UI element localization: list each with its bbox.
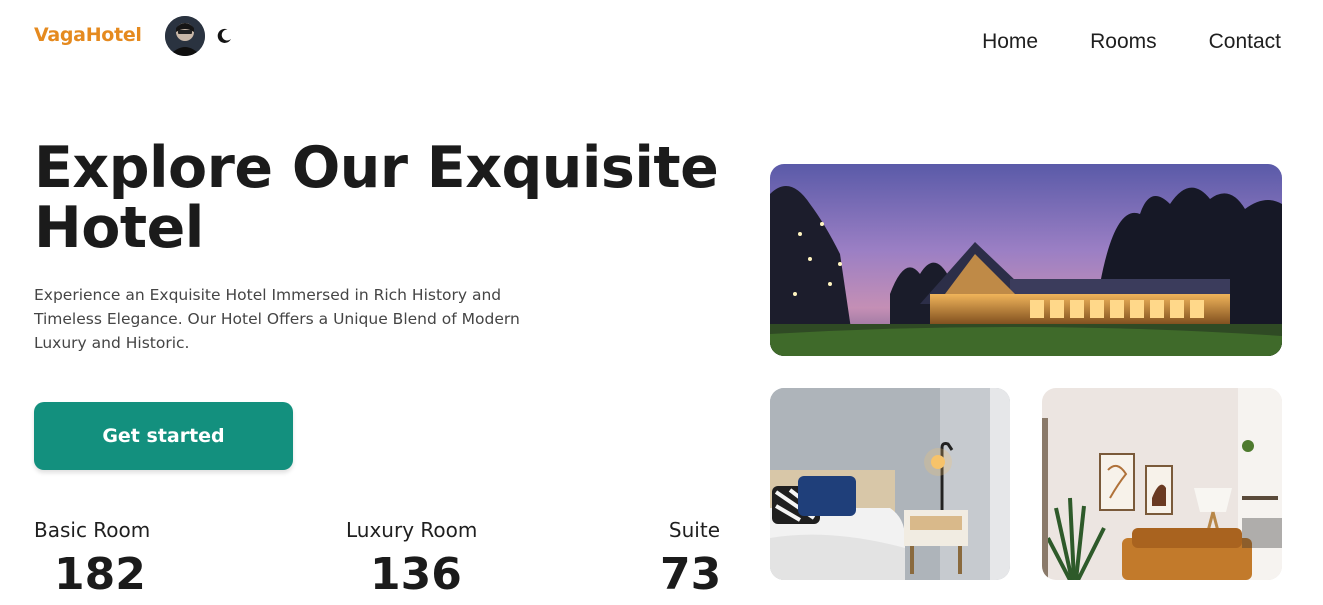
moon-icon[interactable] [214,26,234,46]
stat-value: 73 [660,549,722,600]
bedroom-image [770,388,1010,580]
stat-label: Suite [668,518,720,542]
nav-contact[interactable]: Contact [1209,30,1281,54]
brand-logo[interactable]: VagaHotel [34,24,142,46]
stat-basic-room: Basic Room 182 [34,518,150,600]
site-header: VagaHotel Home Rooms Contact [0,0,1323,80]
living-room-image [1042,388,1282,580]
stat-value: 136 [370,549,462,600]
hero-title: Explore Our Exquisite Hotel [34,135,719,261]
hero-description: Experience an Exquisite Hotel Immersed i… [34,286,520,352]
main-nav: Home Rooms Contact [982,30,1281,54]
stat-luxury-room: Luxury Room 136 [346,518,477,600]
stat-value: 182 [54,549,146,600]
get-started-button[interactable]: Get started [34,402,293,470]
nav-rooms[interactable]: Rooms [1090,30,1157,54]
stat-label: Luxury Room [346,518,478,542]
stat-suite: Suite 73 [660,518,722,600]
hotel-exterior-image [770,164,1282,356]
stat-label: Basic Room [34,518,151,542]
nav-home[interactable]: Home [982,30,1038,54]
user-avatar[interactable] [165,16,205,56]
